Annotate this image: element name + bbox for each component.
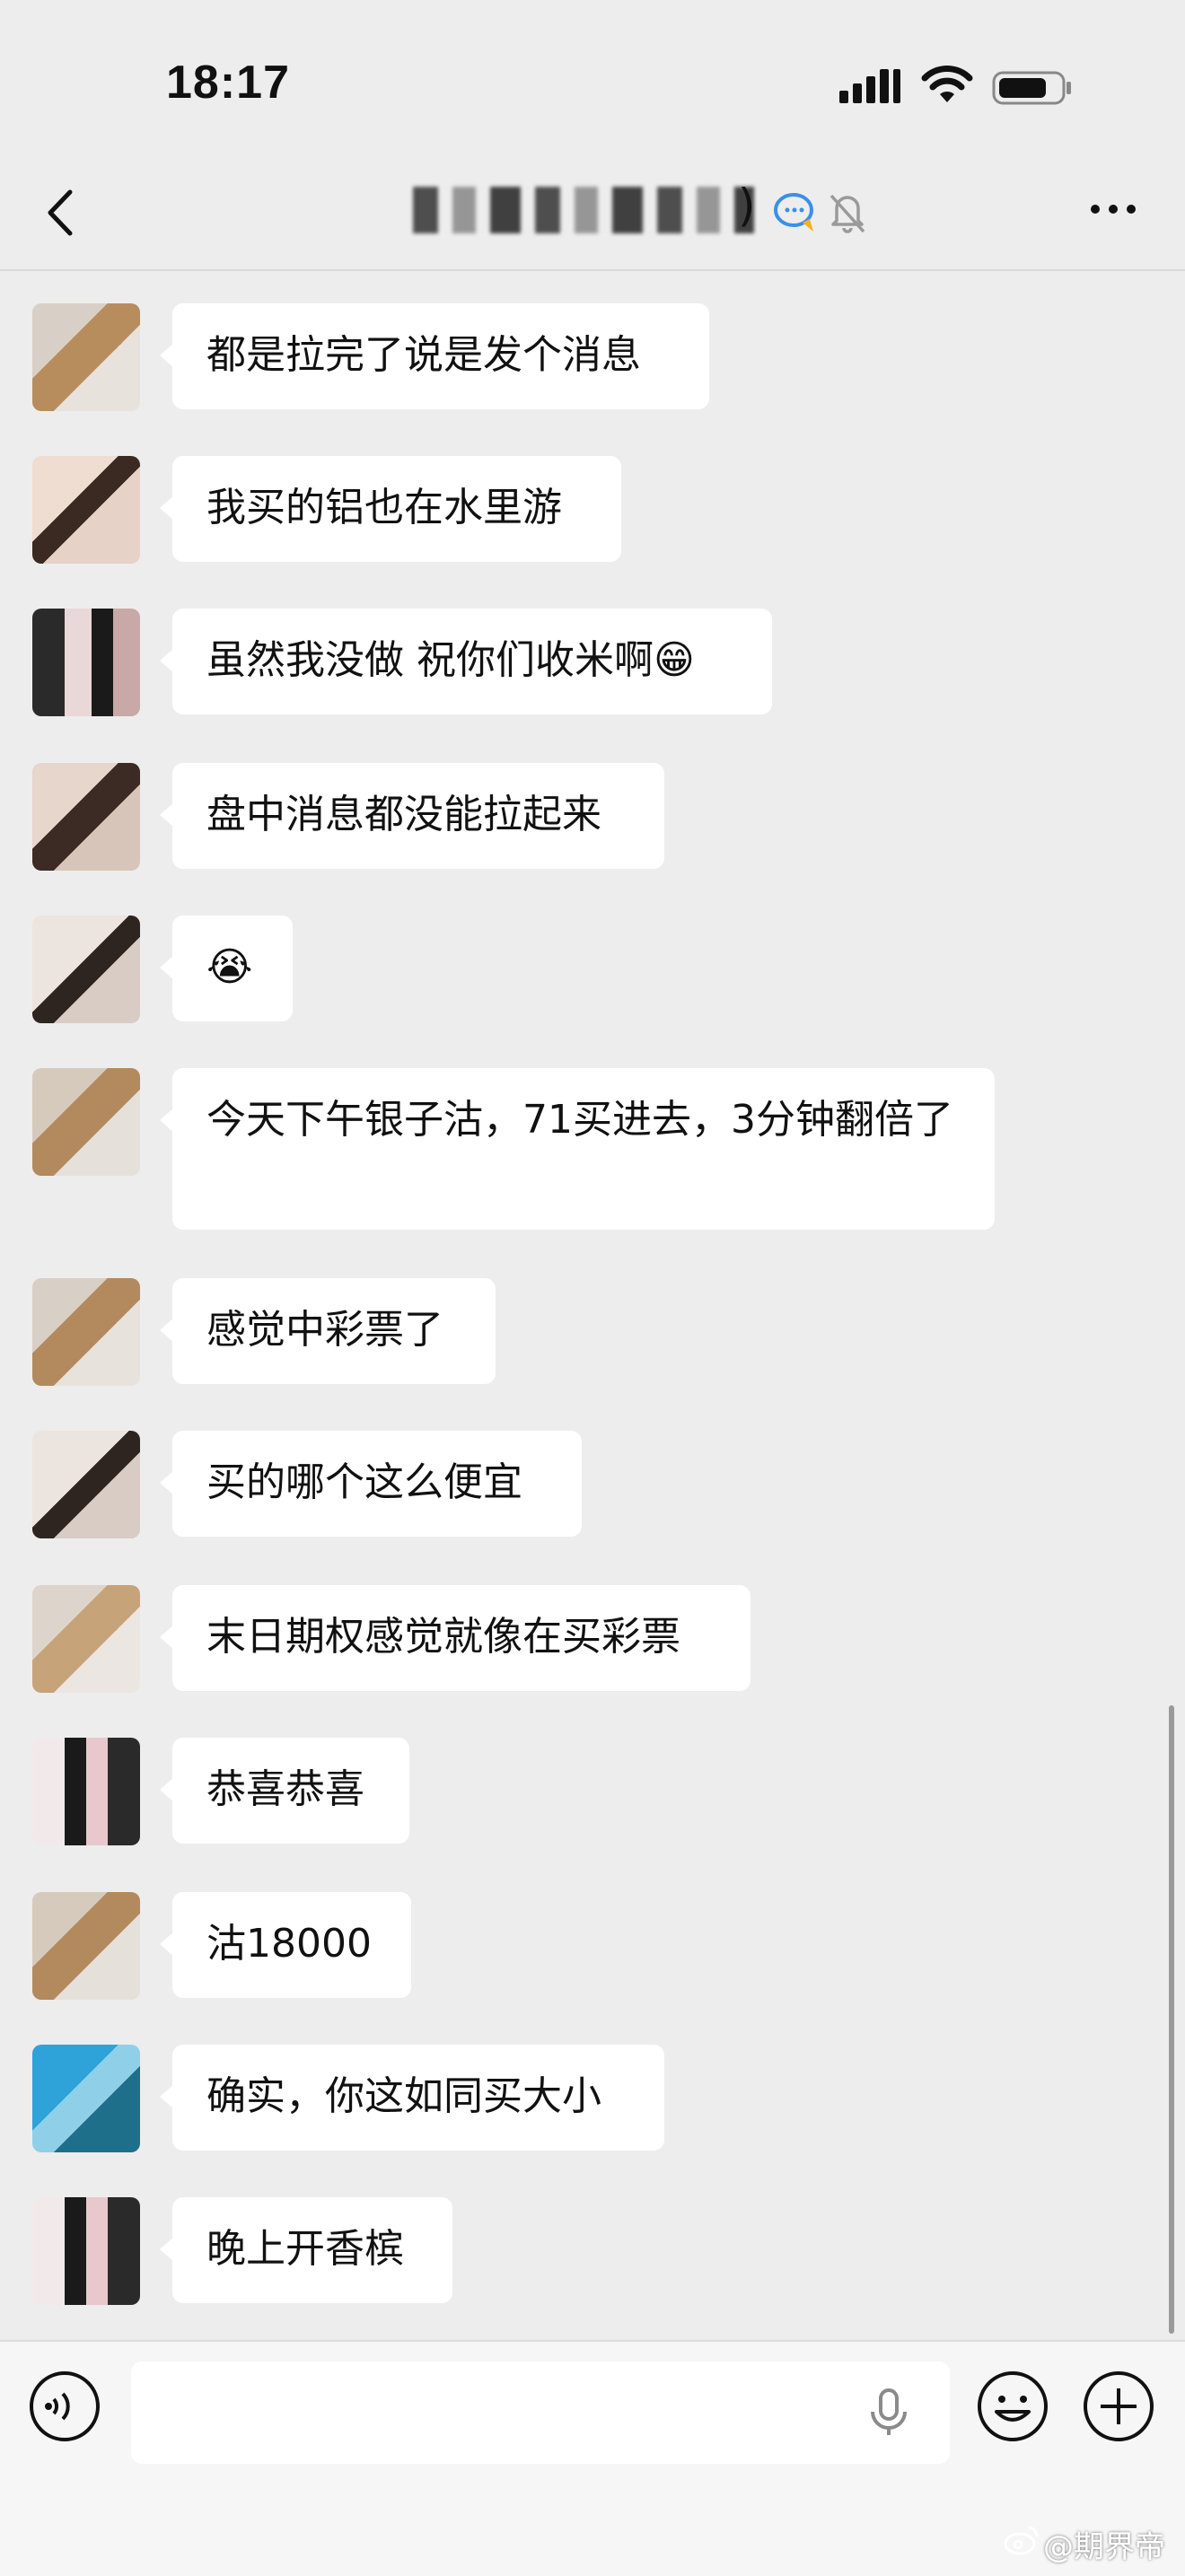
chat-header: ) <box>0 153 1185 271</box>
avatar[interactable] <box>32 1738 140 1845</box>
avatar[interactable] <box>32 1585 140 1693</box>
avatar[interactable] <box>32 1431 140 1538</box>
message-bubble[interactable]: 今天下午银子沽，71买进去，3分钟翻倍了 <box>160 1068 995 1230</box>
status-time: 18:17 <box>166 57 290 109</box>
message-bubble[interactable]: 盘中消息都没能拉起来 <box>160 763 664 869</box>
avatar[interactable] <box>32 1892 140 2000</box>
avatar[interactable] <box>32 609 140 716</box>
wifi-icon <box>921 66 973 102</box>
message-bubble[interactable]: 买的哪个这么便宜 <box>160 1431 582 1537</box>
chat-title: ) <box>413 180 865 242</box>
message-bubble[interactable]: 沽18000 <box>160 1892 411 1998</box>
avatar[interactable] <box>32 2045 140 2152</box>
avatar[interactable] <box>32 763 140 871</box>
voice-mode-icon[interactable] <box>27 2369 102 2444</box>
avatar[interactable] <box>32 1068 140 1176</box>
message-bubble[interactable]: 感觉中彩票了 <box>160 1278 496 1384</box>
message-bubble[interactable]: 晚上开香槟 <box>160 2197 452 2303</box>
message-input[interactable] <box>131 2361 950 2464</box>
message-bubble[interactable]: 😭 <box>160 916 293 1021</box>
avatar[interactable] <box>32 303 140 411</box>
scrollbar[interactable] <box>1169 1705 1174 2334</box>
battery-icon <box>992 71 1071 105</box>
cellular-signal-icon <box>839 69 900 103</box>
message-bubble[interactable]: 恭喜恭喜 <box>160 1738 409 1844</box>
redacted-group-name <box>413 187 754 233</box>
message-bubble[interactable]: 确实，你这如同买大小 <box>160 2045 664 2151</box>
add-icon[interactable] <box>1081 2369 1156 2444</box>
message-bubble[interactable]: 虽然我没做 祝你们收米啊😁 <box>160 609 772 714</box>
message-bubble[interactable]: 末日期权感觉就像在买彩票 <box>160 1585 750 1691</box>
more-options-button[interactable] <box>1082 187 1145 232</box>
title-suffix: ) <box>738 180 756 232</box>
avatar[interactable] <box>32 1278 140 1386</box>
message-list[interactable]: 都是拉完了说是发个消息 我买的铝也在水里游 虽然我没做 祝你们收米啊😁 盘中消息… <box>0 271 1185 2340</box>
message-bubble[interactable]: 都是拉完了说是发个消息 <box>160 303 709 409</box>
group-chat-icon <box>774 193 813 232</box>
status-bar: 18:17 <box>0 0 1185 153</box>
weibo-logo-icon <box>1004 2526 1039 2555</box>
message-bubble[interactable]: 我买的铝也在水里游 <box>160 456 621 562</box>
avatar[interactable] <box>32 2197 140 2305</box>
back-chevron-icon[interactable] <box>36 181 90 244</box>
avatar[interactable] <box>32 456 140 564</box>
microphone-icon[interactable] <box>862 2385 916 2439</box>
avatar[interactable] <box>32 916 140 1023</box>
mute-bell-icon <box>830 194 865 233</box>
watermark: @期界帝 <box>1043 2529 1165 2565</box>
emoji-icon[interactable] <box>975 2369 1050 2444</box>
